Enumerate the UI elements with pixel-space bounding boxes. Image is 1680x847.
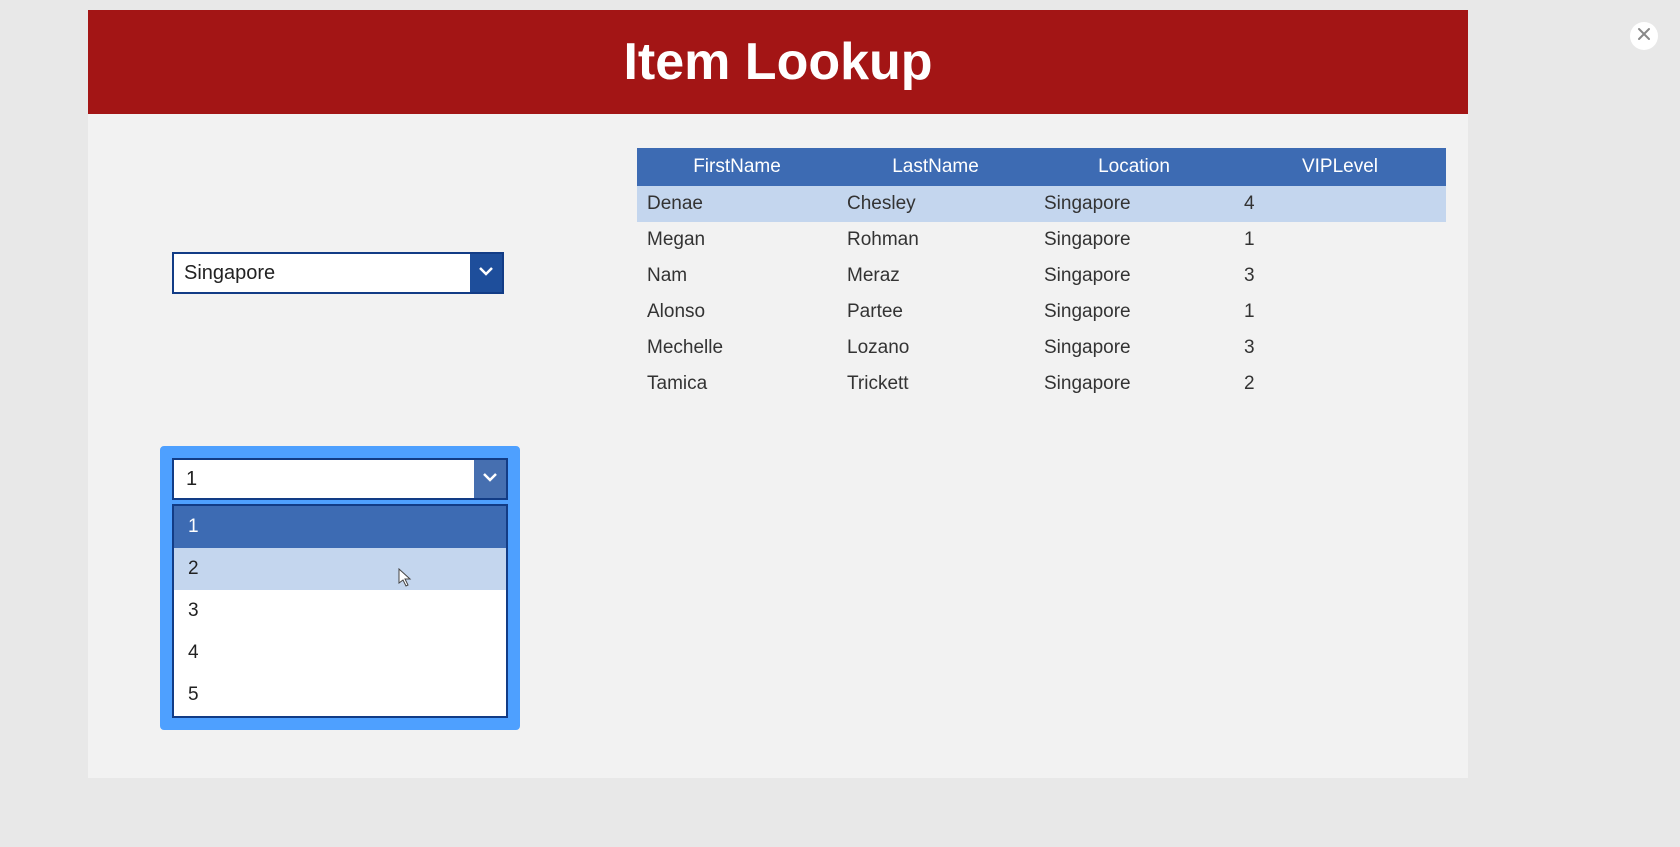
table-cell: Trickett: [837, 366, 1034, 402]
table-row[interactable]: MechelleLozanoSingapore3: [637, 330, 1446, 366]
table-row[interactable]: MeganRohmanSingapore1: [637, 222, 1446, 258]
table-cell: 2: [1234, 366, 1446, 402]
table-header-row: FirstName LastName Location VIPLevel: [637, 148, 1446, 186]
table-cell: Meraz: [837, 258, 1034, 294]
table-cell: Tamica: [637, 366, 837, 402]
table-cell: 3: [1234, 330, 1446, 366]
table-row[interactable]: NamMerazSingapore3: [637, 258, 1446, 294]
table-cell: Megan: [637, 222, 837, 258]
vip-dropdown-highlight: 1 12345: [160, 446, 520, 730]
table-cell: Rohman: [837, 222, 1034, 258]
close-icon: [1637, 27, 1651, 46]
table-cell: Nam: [637, 258, 837, 294]
column-header-location[interactable]: Location: [1034, 148, 1234, 186]
vip-dropdown-option[interactable]: 1: [174, 506, 506, 548]
table-row[interactable]: AlonsoParteeSingapore1: [637, 294, 1446, 330]
table-cell: Singapore: [1034, 258, 1234, 294]
table-cell: Mechelle: [637, 330, 837, 366]
table-cell: 1: [1234, 222, 1446, 258]
vip-dropdown-button[interactable]: [474, 460, 506, 498]
vip-dropdown[interactable]: 1: [172, 458, 508, 500]
close-button[interactable]: [1630, 22, 1658, 50]
table-cell: Singapore: [1034, 366, 1234, 402]
table-cell: 3: [1234, 258, 1446, 294]
table-row[interactable]: DenaeChesleySingapore4: [637, 186, 1446, 222]
table-cell: Singapore: [1034, 294, 1234, 330]
title-bar: Item Lookup: [88, 10, 1468, 114]
vip-dropdown-option[interactable]: 2: [174, 548, 506, 590]
table-cell: Chesley: [837, 186, 1034, 222]
location-dropdown-value: Singapore: [174, 254, 470, 292]
table-cell: Denae: [637, 186, 837, 222]
results-table: FirstName LastName Location VIPLevel Den…: [637, 148, 1446, 402]
location-dropdown[interactable]: Singapore: [172, 252, 504, 294]
vip-dropdown-value: 1: [174, 460, 474, 498]
chevron-down-icon: [482, 469, 498, 490]
column-header-viplevel[interactable]: VIPLevel: [1234, 148, 1446, 186]
column-header-lastname[interactable]: LastName: [837, 148, 1034, 186]
column-header-firstname[interactable]: FirstName: [637, 148, 837, 186]
vip-dropdown-option[interactable]: 3: [174, 590, 506, 632]
table-cell: Lozano: [837, 330, 1034, 366]
table-cell: Singapore: [1034, 330, 1234, 366]
vip-dropdown-list: 12345: [172, 504, 508, 718]
vip-dropdown-option[interactable]: 5: [174, 674, 506, 716]
page-title: Item Lookup: [623, 32, 932, 92]
table-cell: Alonso: [637, 294, 837, 330]
vip-dropdown-option[interactable]: 4: [174, 632, 506, 674]
table-cell: Singapore: [1034, 186, 1234, 222]
table-cell: 4: [1234, 186, 1446, 222]
item-lookup-panel: Item Lookup Singapore 1: [88, 10, 1468, 778]
table-cell: 1: [1234, 294, 1446, 330]
chevron-down-icon: [478, 263, 494, 284]
location-dropdown-button[interactable]: [470, 254, 502, 292]
table-cell: Partee: [837, 294, 1034, 330]
table-cell: Singapore: [1034, 222, 1234, 258]
table-row[interactable]: TamicaTrickettSingapore2: [637, 366, 1446, 402]
